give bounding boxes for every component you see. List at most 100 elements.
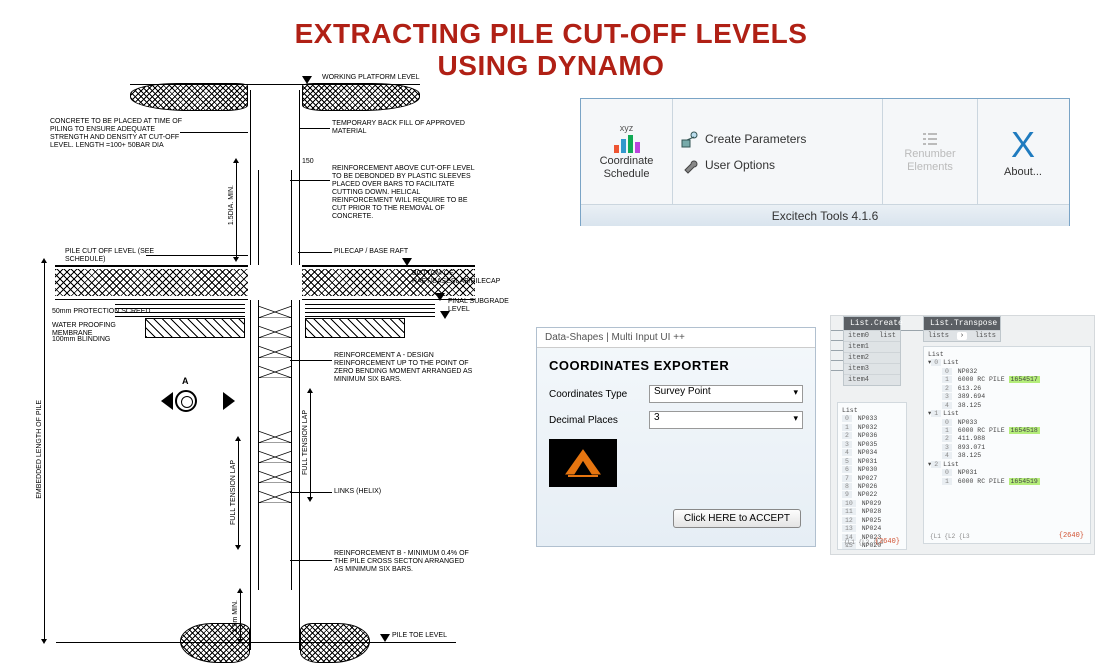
node-header: List.Create xyxy=(844,317,900,330)
leader xyxy=(290,360,332,361)
watch-node-right[interactable]: List ▾0List0 NP0321 6000 RC PILE 1654517… xyxy=(923,346,1091,544)
watch-row: 6 NP030 xyxy=(842,466,902,474)
label-reinf-a: REINFORCEMENT A - DESIGN REINFORCEMENT U… xyxy=(334,352,474,384)
watch-row: 4 NP034 xyxy=(842,449,902,457)
list-icon xyxy=(921,130,939,148)
ribbon-create-parameters[interactable]: Create Parameters xyxy=(681,130,874,148)
label-working-platform: WORKING PLATFORM LEVEL xyxy=(322,74,420,82)
ribbon-label: Coordinate Schedule xyxy=(589,155,664,179)
node-port-in[interactable]: item3 xyxy=(844,363,900,374)
ribbon-about[interactable]: X About... xyxy=(978,99,1068,204)
label-screed: 50mm PROTECTION SCREED xyxy=(52,308,150,316)
section-letter: A xyxy=(182,376,189,386)
ribbon-label: User Options xyxy=(705,158,775,172)
level-marker-icon xyxy=(302,76,312,84)
level-marker-icon xyxy=(402,258,412,266)
label-reinf-b: REINFORCEMENT B - MINIMUM 0.4% OF THE PI… xyxy=(334,550,474,574)
leader xyxy=(298,252,332,253)
section-eye-icon xyxy=(175,390,197,412)
label-blinding: 100mm BLINDING xyxy=(52,336,110,344)
watch-row: 11 NP028 xyxy=(842,508,902,516)
label-1-5dia: 1.5DIA. MIN. xyxy=(228,185,236,225)
leader xyxy=(290,560,332,561)
ribbon-user-options[interactable]: User Options xyxy=(681,156,874,174)
wire xyxy=(831,330,843,331)
ribbon-coordinate-schedule[interactable]: xyz Coordinate Schedule xyxy=(581,99,673,204)
rebar-right xyxy=(291,170,292,590)
level-marker-icon xyxy=(380,634,390,642)
watch-row: 8 NP026 xyxy=(842,483,902,491)
node-port-in[interactable]: item4 xyxy=(844,374,900,385)
helix-icon xyxy=(258,345,292,357)
watch-row: 2 411.988 xyxy=(928,435,1086,443)
node-port[interactable]: lists›lists xyxy=(924,330,1000,341)
lacing-icon[interactable]: › xyxy=(957,332,967,340)
section-arrow-left-icon xyxy=(161,392,173,410)
helix-icon xyxy=(258,450,292,462)
watch-row: 2 NP036 xyxy=(842,432,902,440)
dialog-titlebar: Data-Shapes | Multi Input UI ++ xyxy=(537,328,815,348)
helix-icon xyxy=(258,325,292,337)
revit-ribbon-panel: xyz Coordinate Schedule Create Parameter… xyxy=(580,98,1070,226)
watch-row: 4 38.125 xyxy=(928,452,1086,460)
watch-group-header: ▾2List xyxy=(928,461,1086,469)
watch-row: 2 613.26 xyxy=(928,385,1086,393)
leader xyxy=(290,180,330,181)
ribbon-renumber-elements: Renumber Elements xyxy=(883,99,978,204)
dim-1-5m xyxy=(240,590,241,642)
ground-box-left xyxy=(145,318,245,338)
leader xyxy=(290,492,332,493)
node-list-transpose[interactable]: List.Transpose lists›lists xyxy=(923,316,1001,342)
ground-hatch-top-right xyxy=(302,83,420,111)
dialog-heading: COORDINATES EXPORTER xyxy=(549,358,803,373)
accept-button[interactable]: Click HERE to ACCEPT xyxy=(673,509,801,528)
label-coord-type: Coordinates Type xyxy=(549,389,649,400)
coordinates-exporter-dialog: Data-Shapes | Multi Input UI ++ COORDINA… xyxy=(536,327,816,547)
label-embedded: EMBEDDED LENGTH OF PILE xyxy=(36,400,44,499)
dynamo-graph: List.Create item0listitem1item2item3item… xyxy=(830,315,1095,555)
wire xyxy=(831,360,843,361)
watch-row: 1 6000 RC PILE 1654519 xyxy=(928,478,1086,486)
level-marker-icon xyxy=(435,293,445,301)
watch-row: 3 389.694 xyxy=(928,393,1086,401)
node-port-in[interactable]: item1 xyxy=(844,341,900,352)
label-raft-bottom: BOTTOM OF RAFT/BASESLAB/PILECAP xyxy=(412,270,492,286)
watch-row: 7 NP027 xyxy=(842,475,902,483)
level-line xyxy=(130,84,420,85)
watch-row: 1 6000 RC PILE 1654518 xyxy=(928,427,1086,435)
watch-node-left[interactable]: List 0 NP0331 NP0322 NP0363 NP0354 NP034… xyxy=(837,402,907,550)
ribbon-group-params: Create Parameters User Options xyxy=(673,99,883,204)
watch-group-header: ▾0List xyxy=(928,359,1086,367)
subgrade-hatch-right xyxy=(305,303,435,317)
pilecap-break xyxy=(248,265,302,300)
node-port-in[interactable]: item2 xyxy=(844,352,900,363)
rebar-left xyxy=(258,170,259,590)
label-debond: REINFORCEMENT ABOVE CUT-OFF LEVEL TO BE … xyxy=(332,165,482,221)
select-coord-type[interactable]: Survey Point xyxy=(649,385,803,403)
bar-chart-icon xyxy=(614,135,640,153)
label-dim150: 150 xyxy=(302,158,314,166)
wire xyxy=(831,370,843,371)
label-1-5m: 1.5m MIN. xyxy=(232,600,240,632)
node-port-in[interactable]: item0list xyxy=(844,330,900,341)
leader xyxy=(180,132,248,133)
node-list-create[interactable]: List.Create item0listitem1item2item3item… xyxy=(843,316,901,386)
watch-row: 12 NP025 xyxy=(842,517,902,525)
ground-hatch-bot-right xyxy=(300,623,370,663)
section-arrow-right-icon xyxy=(223,392,235,410)
watch-count: {2640} xyxy=(1059,532,1084,541)
watch-row: 13 NP024 xyxy=(842,525,902,533)
ribbon-label: Create Parameters xyxy=(705,132,806,146)
xyz-icon: xyz xyxy=(620,123,634,133)
label-concrete-note: CONCRETE TO BE PLACED AT TIME OF PILING … xyxy=(50,118,190,150)
ground-box-right xyxy=(305,318,405,338)
select-decimal-places[interactable]: 3 xyxy=(649,411,803,429)
ground-hatch-top-left xyxy=(130,83,248,111)
helix-icon xyxy=(258,305,292,317)
watch-row: 3 NP035 xyxy=(842,441,902,449)
label-backfill: TEMPORARY BACK FILL OF APPROVED MATERIAL xyxy=(332,120,472,136)
watch-row: 4 38.125 xyxy=(928,402,1086,410)
label-links: LINKS (HELIX) xyxy=(334,488,381,496)
watch-row: 1 NP032 xyxy=(842,424,902,432)
leader xyxy=(300,128,330,129)
